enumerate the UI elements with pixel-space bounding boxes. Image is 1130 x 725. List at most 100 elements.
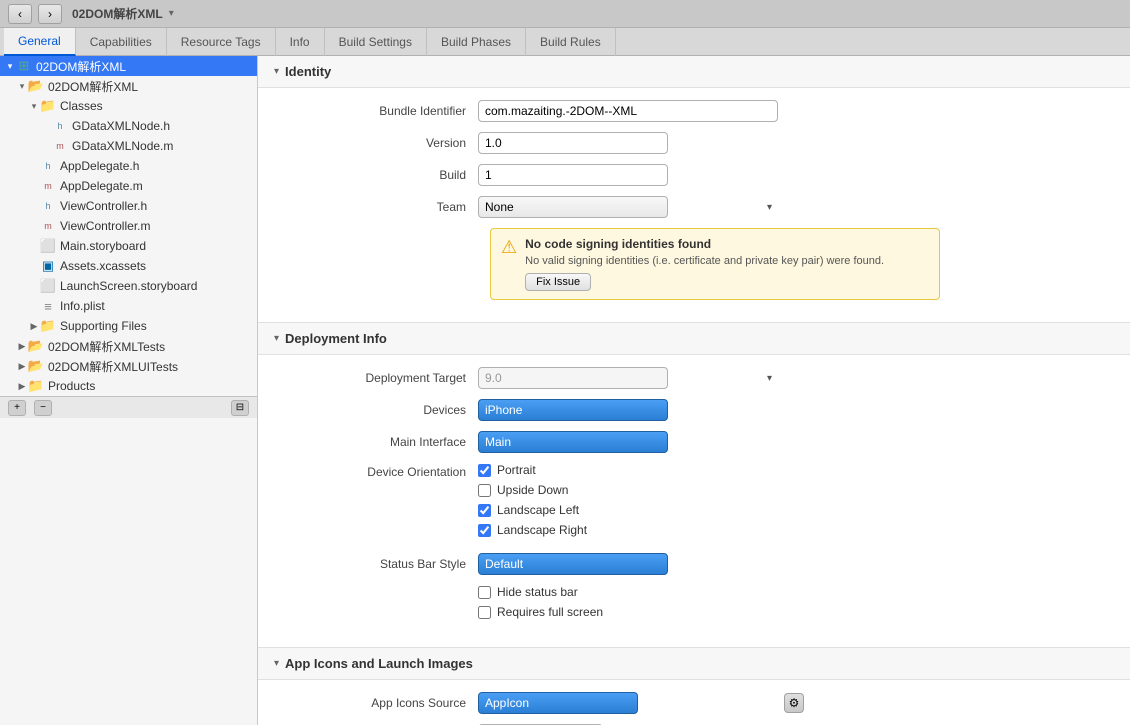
sidebar-item-products[interactable]: ▶📁Products [0, 376, 257, 396]
sidebar-label-datam: GDataXMLNode.m [72, 139, 173, 153]
tab-build-settings[interactable]: Build Settings [325, 28, 427, 56]
tab-capabilities[interactable]: Capabilities [76, 28, 167, 56]
requires-full-screen-label: Requires full screen [497, 605, 603, 619]
forward-button[interactable]: › [38, 4, 62, 24]
orientation-checkboxes: Portrait Upside Down Landscape Left [478, 463, 587, 543]
deployment-arrow: ▾ [274, 333, 279, 344]
requires-full-screen-row: Requires full screen [478, 605, 603, 619]
sidebar-item-infoplist[interactable]: ≡Info.plist [0, 296, 257, 316]
arrow-classes: ▾ [28, 101, 40, 112]
upside-down-checkbox[interactable] [478, 484, 491, 497]
tab-build-rules[interactable]: Build Rules [526, 28, 616, 56]
sidebar-item-gdatah[interactable]: hGDataXMLNode.h [0, 116, 257, 136]
build-input[interactable] [478, 164, 668, 186]
fix-issue-button[interactable]: Fix Issue [525, 273, 591, 291]
file-icon-classes: 📁 [40, 99, 56, 113]
team-control: None ▾ [478, 196, 778, 218]
deployment-section-header[interactable]: ▾ Deployment Info [258, 323, 1130, 355]
bundle-identifier-row: Bundle Identifier [278, 100, 1110, 122]
version-label: Version [278, 136, 478, 150]
hide-status-bar-row: Hide status bar [478, 585, 603, 599]
sidebar-label-mainstory: Main.storyboard [60, 239, 146, 253]
landscape-left-checkbox[interactable] [478, 504, 491, 517]
tab-resource-tags[interactable]: Resource Tags [167, 28, 276, 56]
devices-select[interactable]: iPhone [478, 399, 668, 421]
sidebar-item-appdelm[interactable]: mAppDelegate.m [0, 176, 257, 196]
team-row: Team None ▾ [278, 196, 1110, 218]
app-icons-section: ▾ App Icons and Launch Images App Icons … [258, 648, 1130, 725]
title-arrow[interactable]: ▾ [169, 8, 174, 19]
status-bar-style-select[interactable]: Default [478, 553, 668, 575]
main-interface-select[interactable]: Main [478, 431, 668, 453]
main-interface-control: Main ▾ [478, 431, 778, 453]
portrait-row: Portrait [478, 463, 587, 477]
file-icon-datam: m [52, 139, 68, 153]
build-label: Build [278, 168, 478, 182]
portrait-label: Portrait [497, 463, 536, 477]
tab-info[interactable]: Info [276, 28, 325, 56]
sidebar-item-classes[interactable]: ▾📁Classes [0, 96, 257, 116]
warning-title: No code signing identities found [525, 237, 884, 251]
sidebar-item-datam[interactable]: m GDataXMLNode.m [0, 136, 257, 156]
file-icon-viewch: h [40, 199, 56, 213]
gear-button[interactable]: ⚙ [784, 693, 804, 713]
deployment-target-select[interactable]: 9.0 [478, 367, 668, 389]
warning-content: No code signing identities found No vali… [525, 237, 884, 291]
file-icon-tests: 📂 [28, 339, 44, 353]
filter-button[interactable]: ⊟ [231, 400, 249, 416]
sidebar-item-02dom[interactable]: ▾📂02DOM解析XML [0, 76, 257, 96]
sidebar-item-viewch[interactable]: hViewController.h [0, 196, 257, 216]
landscape-left-row: Landscape Left [478, 503, 587, 517]
sidebar-item-uitests[interactable]: ▶📂02DOM解析XMLUITests [0, 356, 257, 376]
version-row: Version [278, 132, 1110, 154]
sidebar-item-mainstory[interactable]: ⬜ Main.storyboard [0, 236, 257, 256]
sidebar-item-root[interactable]: ▾⊞02DOM解析XML [0, 56, 257, 76]
identity-title: Identity [285, 64, 331, 79]
devices-select-arrow: ▾ [767, 405, 772, 416]
arrow-uitests: ▶ [16, 361, 28, 372]
file-icon-viewcm: m [40, 219, 56, 233]
sidebar-item-appdelh[interactable]: hAppDelegate.h [0, 156, 257, 176]
tab-build-phases[interactable]: Build Phases [427, 28, 526, 56]
sidebar-label-gdatah: GDataXMLNode.h [72, 119, 170, 133]
device-orientation-label: Device Orientation [278, 463, 478, 479]
requires-full-screen-checkbox[interactable] [478, 606, 491, 619]
deployment-target-label: Deployment Target [278, 371, 478, 385]
tab-general[interactable]: General [4, 28, 76, 56]
arrow-tests: ▶ [16, 341, 28, 352]
hide-status-bar-label: Hide status bar [497, 585, 578, 599]
sidebar-item-supporting[interactable]: ▶📁Supporting Files [0, 316, 257, 336]
app-icons-section-header[interactable]: ▾ App Icons and Launch Images [258, 648, 1130, 680]
sidebar-item-launchscreen[interactable]: ⬜LaunchScreen.storyboard [0, 276, 257, 296]
sidebar-item-tests[interactable]: ▶📂 02DOM解析XMLTests [0, 336, 257, 356]
back-button[interactable]: ‹ [8, 4, 32, 24]
file-icon-appdelh: h [40, 159, 56, 173]
arrow-root: ▾ [4, 61, 16, 72]
sidebar-label-assets: Assets.xcassets [60, 259, 146, 273]
app-icons-source-select[interactable]: AppIcon [478, 692, 638, 714]
file-icon-supporting: 📁 [40, 319, 56, 333]
tab-bar: General Capabilities Resource Tags Info … [0, 28, 1130, 56]
file-icon-02dom: 📂 [28, 79, 44, 93]
app-icons-form: App Icons Source AppIcon ▾ ⚙ Launch Imag… [258, 680, 1130, 725]
sidebar-label-uitests: 02DOM解析XMLUITests [48, 358, 178, 375]
add-button[interactable]: + [8, 400, 26, 416]
file-icon-mainstory: ⬜ [40, 239, 56, 253]
deployment-target-arrow: ▾ [767, 373, 772, 384]
project-title: 02DOM解析XML [72, 5, 163, 22]
landscape-right-checkbox[interactable] [478, 524, 491, 537]
team-select[interactable]: None [478, 196, 668, 218]
hide-status-bar-checkbox[interactable] [478, 586, 491, 599]
remove-button[interactable]: − [34, 400, 52, 416]
sidebar-item-assets[interactable]: ▣Assets.xcassets [0, 256, 257, 276]
version-input[interactable] [478, 132, 668, 154]
app-icons-source-control: AppIcon ▾ [478, 692, 778, 714]
sidebar-label-tests: 02DOM解析XMLTests [48, 338, 165, 355]
sidebar-item-viewcm[interactable]: mViewController.m [0, 216, 257, 236]
bundle-identifier-input[interactable] [478, 100, 778, 122]
portrait-checkbox[interactable] [478, 464, 491, 477]
app-icons-arrow: ▾ [274, 658, 279, 669]
identity-section-header[interactable]: ▾ Identity [258, 56, 1130, 88]
top-nav: ‹ › 02DOM解析XML ▾ [0, 0, 1130, 28]
app-icons-source-row: App Icons Source AppIcon ▾ ⚙ [278, 692, 1110, 714]
